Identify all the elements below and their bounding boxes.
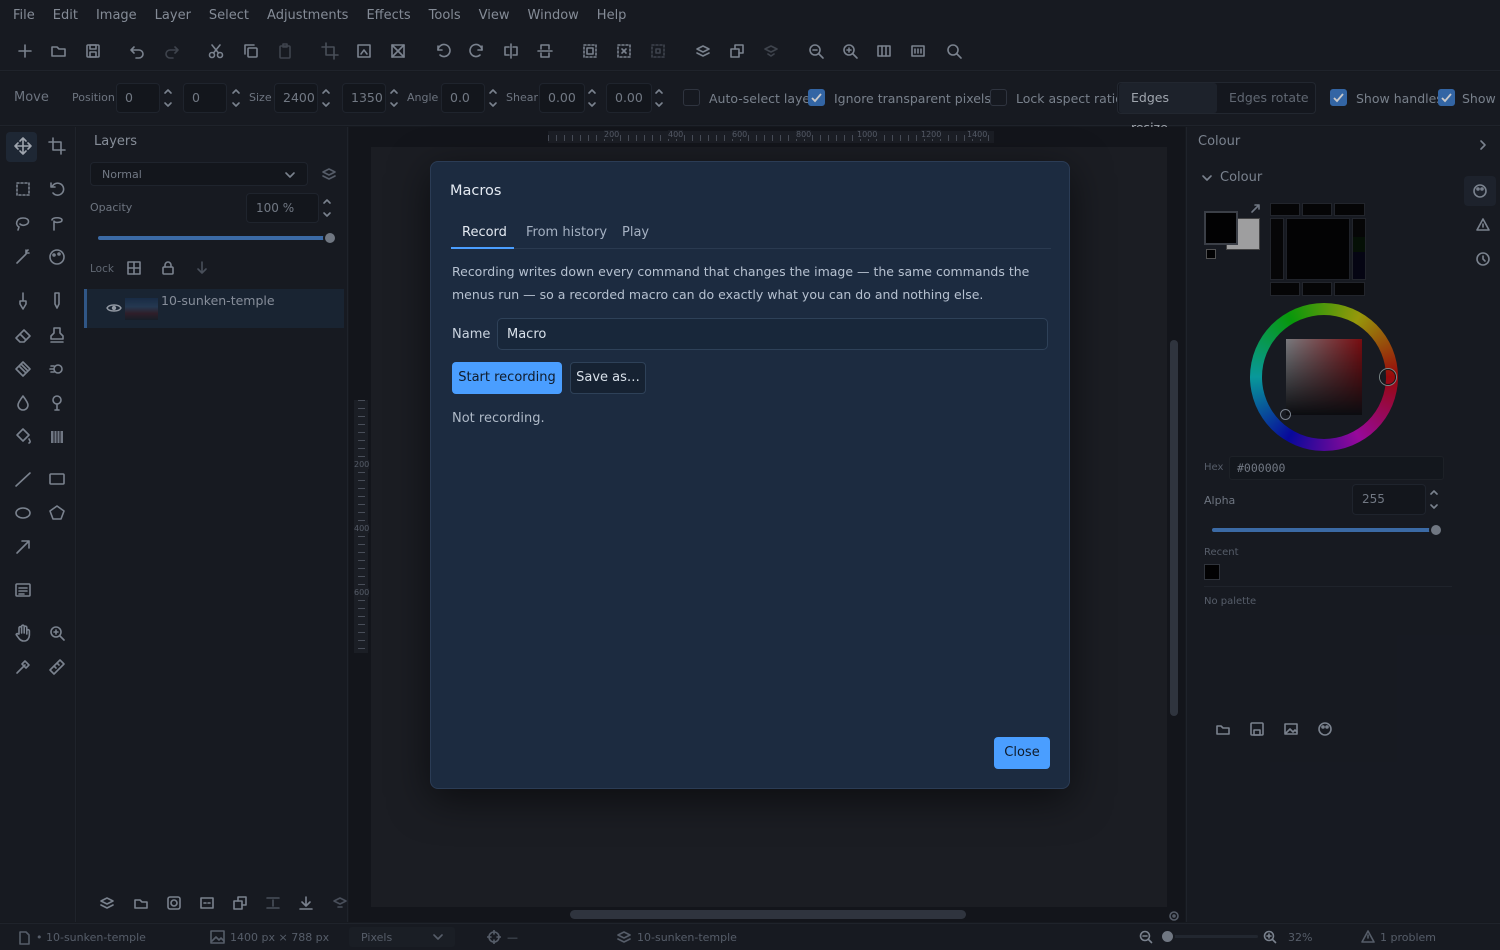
- tab-divider: [451, 248, 1051, 249]
- name-label: Name: [452, 327, 491, 342]
- close-button[interactable]: Close: [994, 737, 1050, 769]
- tab-play[interactable]: Play: [622, 225, 649, 240]
- tab-from-history[interactable]: From history: [526, 225, 607, 240]
- tab-record[interactable]: Record: [462, 225, 507, 240]
- macros-dialog: Macros Record From history Play Recordin…: [430, 161, 1070, 789]
- recording-status: Not recording.: [452, 411, 545, 426]
- active-tab-indicator: [451, 247, 514, 249]
- dialog-title: Macros: [450, 183, 502, 199]
- start-recording-button[interactable]: Start recording: [452, 362, 562, 394]
- macro-name-input[interactable]: [497, 318, 1048, 350]
- record-description: Recording writes down every command that…: [452, 264, 1030, 302]
- save-as-button[interactable]: Save as…: [570, 362, 646, 394]
